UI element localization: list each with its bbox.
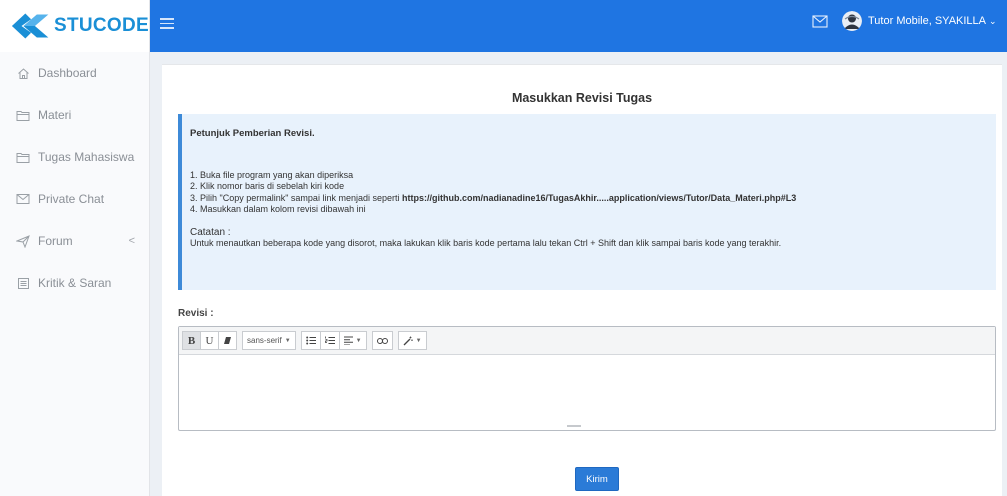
revision-editor: B U sans-serif ▼ ▼ ▼	[178, 326, 996, 431]
sidebar-item-materi[interactable]: Materi	[0, 94, 149, 136]
stucode-logo-icon	[11, 13, 49, 39]
editor-toolbar: B U sans-serif ▼ ▼ ▼	[179, 327, 995, 355]
list-icon	[16, 276, 30, 290]
sidebar-item-label: Materi	[38, 108, 72, 122]
page-title: Masukkan Revisi Tugas	[511, 91, 653, 105]
revision-form-box: Masukkan Revisi Tugas Petunjuk Pemberian…	[162, 64, 1002, 496]
chevron-down-icon: ⌄	[989, 15, 997, 26]
example-permalink: https://github.com/nadianadine16/TugasAk…	[401, 192, 797, 203]
sidebar: STUCODE Dashboard Materi Tugas Mahasiswa…	[0, 0, 150, 496]
instructions-heading: Petunjuk Pemberian Revisi.	[190, 128, 315, 139]
brand-logo[interactable]: STUCODE	[0, 0, 149, 52]
user-menu[interactable]: Tutor Mobile, SYAKILLA ⌄	[842, 11, 997, 31]
link-icon	[376, 337, 388, 344]
style-dropdown[interactable]: ▼	[397, 331, 427, 350]
messages-icon[interactable]	[812, 15, 828, 28]
note-body: Untuk menautkan beberapa kode yang disor…	[190, 238, 782, 248]
style-group: ▼	[397, 331, 427, 350]
sidebar-item-tugas-mahasiswa[interactable]: Tugas Mahasiswa	[0, 136, 149, 178]
paragraph-align-dropdown[interactable]: ▼	[338, 331, 367, 350]
caret-down-icon: ▼	[355, 337, 362, 344]
magic-wand-icon	[403, 336, 413, 345]
instruction-step: 3. Pilih "Copy permalink" sampai link me…	[190, 193, 988, 205]
sidebar-item-kritik-saran[interactable]: Kritik & Saran	[0, 262, 149, 304]
caret-down-icon: ▼	[415, 337, 422, 344]
note-heading: Catatan :	[190, 226, 231, 238]
sidebar-item-dashboard[interactable]: Dashboard	[0, 52, 149, 94]
instruction-step-text: 3. Pilih "Copy permalink" sampai link me…	[190, 192, 402, 203]
avatar	[842, 11, 862, 31]
sidebar-item-label: Kritik & Saran	[38, 276, 112, 290]
instruction-step: 2. Klik nomor baris di sebelah kiri kode	[190, 181, 345, 191]
list-ul-icon	[305, 336, 316, 345]
eraser-icon	[224, 337, 231, 344]
home-icon	[16, 66, 30, 80]
clear-format-button[interactable]	[218, 331, 237, 350]
bold-button[interactable]: B	[182, 331, 201, 350]
sidebar-item-label: Tugas Mahasiswa	[38, 150, 135, 164]
main-content: Masukkan Revisi Tugas Petunjuk Pemberian…	[150, 52, 1007, 496]
insert-group	[371, 331, 393, 350]
unordered-list-button[interactable]	[300, 331, 321, 350]
menu-toggle-icon[interactable]	[160, 18, 174, 30]
sidebar-item-label: Private Chat	[38, 192, 105, 206]
instruction-step: 4. Masukkan dalam kolom revisi dibawah i…	[190, 204, 366, 214]
ordered-list-button[interactable]	[319, 331, 340, 350]
sidebar-nav: Dashboard Materi Tugas Mahasiswa Private…	[0, 52, 149, 304]
instruction-step: 1. Buka file program yang akan diperiksa	[190, 169, 354, 180]
link-button[interactable]	[371, 331, 393, 350]
align-left-icon	[343, 336, 353, 345]
folder-icon	[16, 150, 30, 164]
font-group: sans-serif ▼	[242, 331, 296, 350]
sidebar-item-label: Dashboard	[38, 66, 97, 80]
top-navbar: Tutor Mobile, SYAKILLA ⌄	[150, 0, 1007, 52]
font-family-dropdown[interactable]: sans-serif ▼	[242, 331, 296, 350]
folder-icon	[16, 108, 30, 122]
paragraph-group: ▼	[300, 331, 367, 350]
sidebar-item-forum[interactable]: Forum <	[0, 220, 149, 262]
sidebar-item-label: Forum	[38, 234, 73, 248]
revision-text-area[interactable]	[179, 355, 995, 425]
instructions-callout: Petunjuk Pemberian Revisi. 1. Buka file …	[178, 114, 996, 290]
list-ol-icon	[324, 336, 335, 344]
chevron-left-icon[interactable]: <	[129, 235, 135, 247]
brand-name: STUCODE	[54, 15, 149, 36]
text-style-group: B U	[182, 331, 237, 350]
revisi-label: Revisi :	[178, 308, 214, 319]
caret-down-icon: ▼	[284, 337, 291, 344]
mail-icon	[16, 192, 30, 206]
underline-button[interactable]: U	[200, 331, 219, 350]
submit-button[interactable]: Kirim	[575, 467, 619, 491]
user-name: Tutor Mobile, SYAKILLA	[868, 15, 986, 27]
sidebar-item-private-chat[interactable]: Private Chat	[0, 178, 149, 220]
send-icon	[16, 234, 30, 248]
editor-resize-handle[interactable]	[567, 425, 581, 427]
